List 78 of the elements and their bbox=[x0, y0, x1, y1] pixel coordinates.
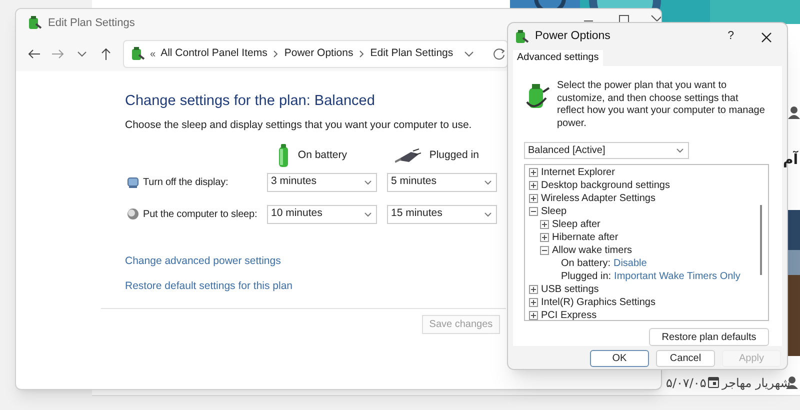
chevron-right-icon bbox=[358, 49, 366, 59]
heading-text: آم bbox=[783, 150, 798, 170]
tree-item[interactable]: Hibernate after bbox=[552, 230, 618, 245]
breadcrumb-item[interactable]: All Control Panel Items bbox=[160, 46, 268, 62]
monitor-icon bbox=[127, 176, 139, 188]
page-heading: Change settings for the plan: Balanced bbox=[125, 92, 376, 111]
expand-icon[interactable] bbox=[529, 311, 538, 320]
expand-icon[interactable] bbox=[529, 298, 538, 307]
maximize-icon[interactable] bbox=[619, 15, 629, 22]
tree-item[interactable]: Sleep bbox=[541, 204, 567, 219]
chevron-down-icon bbox=[363, 178, 373, 186]
chevron-down-icon bbox=[483, 210, 493, 218]
close-icon[interactable] bbox=[651, 15, 661, 22]
tree-item[interactable]: Internet Explorer bbox=[541, 165, 615, 180]
person-icon bbox=[788, 106, 800, 119]
description-text: Choose the sleep and display settings that you want your computer to use. bbox=[125, 118, 473, 133]
expand-icon[interactable] bbox=[529, 181, 538, 190]
setting-label: Plugged in: bbox=[561, 270, 612, 284]
close-icon[interactable] bbox=[760, 30, 773, 44]
dialog-button[interactable]: OK bbox=[590, 350, 649, 367]
expand-icon[interactable] bbox=[529, 194, 538, 203]
window-title: Edit Plan Settings bbox=[48, 16, 135, 31]
expand-icon[interactable] bbox=[540, 233, 549, 242]
plug-icon bbox=[395, 148, 422, 164]
power-plan-icon bbox=[129, 46, 145, 62]
chevron-down-icon bbox=[363, 210, 373, 218]
expand-icon[interactable] bbox=[529, 168, 538, 177]
calendar-icon bbox=[708, 376, 719, 388]
tab[interactable]: Advanced settings bbox=[513, 50, 603, 66]
expand-icon[interactable] bbox=[529, 285, 538, 294]
dialog-button[interactable]: Cancel bbox=[656, 350, 715, 367]
collapse-icon[interactable] bbox=[540, 246, 549, 255]
tree-item[interactable]: Desktop background settings bbox=[541, 178, 670, 193]
overflow-chevron[interactable]: « bbox=[150, 46, 156, 62]
author-name: شهریار مهاجر bbox=[722, 375, 790, 392]
tree-item[interactable]: USB settings bbox=[541, 282, 599, 297]
link[interactable]: Restore default settings for this plan bbox=[125, 279, 293, 295]
intro-text: Select the power plan that you want to customize, and then choose settings that reflect how you want your computer to manage power. bbox=[557, 80, 766, 130]
date-text: ۵/۰۷/۰۵ bbox=[666, 375, 706, 392]
power-plan-icon bbox=[513, 29, 529, 45]
expand-icon[interactable] bbox=[540, 220, 549, 229]
help-button[interactable]: ? bbox=[728, 28, 734, 46]
tree-item[interactable]: Sleep after bbox=[552, 217, 600, 232]
moon-icon bbox=[127, 208, 139, 220]
setting-label: Put the computer to sleep: bbox=[143, 208, 258, 222]
tree-item[interactable]: Intel(R) Graphics Settings bbox=[541, 295, 656, 310]
setting-label: On battery: bbox=[561, 257, 610, 271]
plan-dropdown[interactable]: Balanced [Active] bbox=[524, 142, 689, 159]
chevron-down-icon bbox=[675, 146, 685, 155]
chevron-right-icon bbox=[272, 49, 280, 59]
tree-item[interactable]: PCI Express bbox=[541, 308, 597, 320]
tree-item[interactable]: Allow wake timers bbox=[552, 243, 632, 258]
scrollbar-thumb[interactable] bbox=[760, 205, 762, 275]
dialog-title: Power Options bbox=[535, 29, 610, 44]
dropdown[interactable]: 10 minutes bbox=[267, 204, 377, 224]
back-icon[interactable] bbox=[27, 47, 41, 61]
up-icon[interactable] bbox=[99, 47, 113, 61]
setting-value-link[interactable]: Disable bbox=[613, 256, 647, 271]
chevron-down-icon bbox=[483, 178, 493, 186]
dropdown[interactable]: 3 minutes bbox=[267, 172, 377, 192]
forward-icon[interactable] bbox=[51, 47, 65, 61]
refresh-icon[interactable] bbox=[492, 47, 506, 61]
power-plan-icon bbox=[26, 15, 42, 31]
link[interactable]: Change advanced power settings bbox=[125, 254, 281, 270]
breadcrumb-item[interactable]: Power Options bbox=[284, 46, 354, 62]
setting-value-link[interactable]: Important Wake Timers Only bbox=[614, 269, 740, 284]
battery-icon bbox=[276, 144, 290, 168]
dropdown[interactable]: 15 minutes bbox=[387, 204, 497, 224]
tree-item[interactable]: Wireless Adapter Settings bbox=[541, 191, 656, 206]
setting-label: Turn off the display: bbox=[143, 176, 228, 190]
restore-defaults-button[interactable]: Restore plan defaults bbox=[649, 328, 769, 346]
column-header: Plugged in bbox=[429, 148, 479, 163]
minimize-icon[interactable] bbox=[584, 20, 593, 22]
collapse-icon[interactable] bbox=[529, 207, 538, 216]
address-bar[interactable]: « All Control Panel Items Power Options Edit Plan Settings bbox=[123, 40, 508, 68]
breadcrumb-item[interactable]: Edit Plan Settings bbox=[370, 46, 454, 62]
column-header: On battery bbox=[298, 148, 347, 163]
dropdown[interactable]: 5 minutes bbox=[387, 172, 497, 192]
